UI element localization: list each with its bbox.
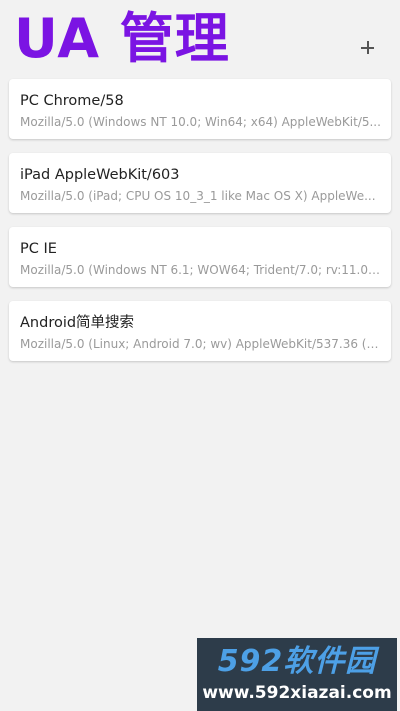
list-item[interactable]: PC IE Mozilla/5.0 (Windows NT 6.1; WOW64… xyxy=(9,227,391,287)
watermark: 592软件园 www.592xiazai.com xyxy=(197,638,397,711)
ua-item-string: Mozilla/5.0 (Linux; Android 7.0; wv) App… xyxy=(20,337,381,351)
ua-item-name: PC Chrome/58 xyxy=(20,93,124,109)
add-ua-button[interactable] xyxy=(356,36,380,60)
page-title: UA 管理 xyxy=(14,7,230,70)
ua-item-name: PC IE xyxy=(20,241,57,257)
watermark-brand: 592软件园 xyxy=(217,644,377,679)
watermark-url: www.592xiazai.com xyxy=(202,683,392,703)
ua-item-name: Android简单搜索 xyxy=(20,315,135,331)
ua-list: PC Chrome/58 Mozilla/5.0 (Windows NT 10.… xyxy=(9,79,391,375)
ua-item-string: Mozilla/5.0 (Windows NT 10.0; Win64; x64… xyxy=(20,115,381,129)
list-item[interactable]: PC Chrome/58 Mozilla/5.0 (Windows NT 10.… xyxy=(9,79,391,139)
ua-item-name: iPad AppleWebKit/603 xyxy=(20,167,180,183)
ua-manager-screen: UA 管理 PC Chrome/58 Mozilla/5.0 (Windows … xyxy=(0,0,400,711)
list-item[interactable]: Android简单搜索 Mozilla/5.0 (Linux; Android … xyxy=(9,301,391,361)
ua-item-string: Mozilla/5.0 (iPad; CPU OS 10_3_1 like Ma… xyxy=(20,189,376,203)
list-item[interactable]: iPad AppleWebKit/603 Mozilla/5.0 (iPad; … xyxy=(9,153,391,213)
header: UA 管理 xyxy=(0,0,400,76)
ua-item-string: Mozilla/5.0 (Windows NT 6.1; WOW64; Trid… xyxy=(20,263,381,277)
